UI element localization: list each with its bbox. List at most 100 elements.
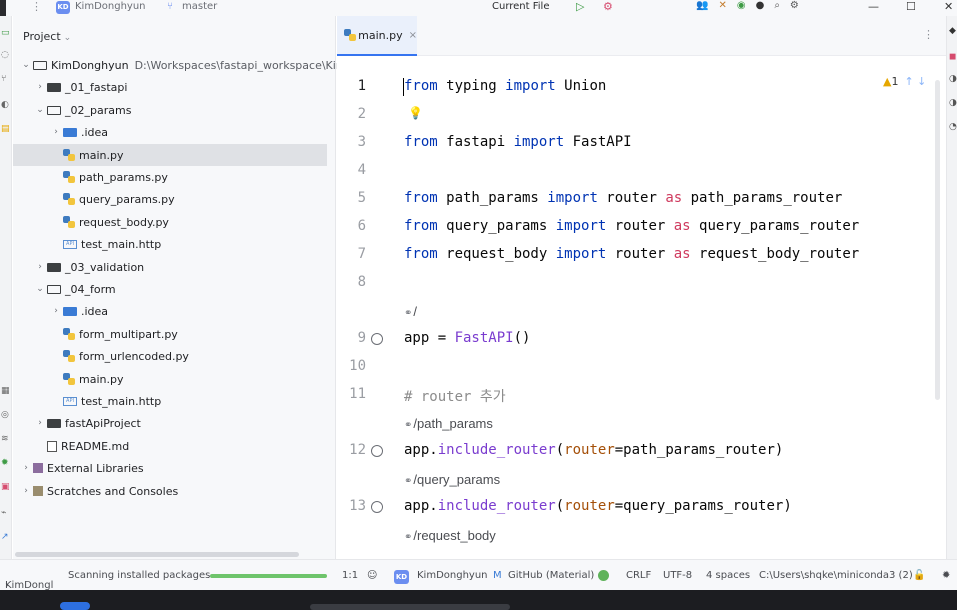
- debug-icon[interactable]: ⚙: [603, 0, 613, 13]
- close-button[interactable]: ✕: [944, 0, 953, 13]
- tree-item-label: request_body.py: [79, 215, 169, 229]
- people-icon[interactable]: 👥: [696, 0, 708, 11]
- tree-item[interactable]: API test_main.http: [63, 233, 161, 255]
- endpoint-gutter-icon[interactable]: [371, 501, 383, 513]
- coverage-icon[interactable]: ◔: [949, 122, 957, 132]
- taskbar-search[interactable]: [310, 604, 510, 610]
- chevron-right-icon[interactable]: ›: [33, 82, 47, 92]
- line-ending[interactable]: CRLF: [626, 570, 651, 581]
- caret-position[interactable]: 1:1: [342, 570, 358, 581]
- python-interpreter[interactable]: C:\Users\shqke\miniconda3 (2): [759, 570, 913, 581]
- main-menu-icon[interactable]: ⋮: [31, 0, 42, 13]
- tree-item[interactable]: query_params.py: [63, 188, 175, 210]
- tree-item-selected[interactable]: main.py: [13, 144, 327, 166]
- folder-icon: [47, 419, 61, 428]
- account-label[interactable]: KimDonghyun: [417, 570, 488, 581]
- tree-item-root[interactable]: ⌄ KimDonghyun D:\Workspaces\fastapi_worksp…: [19, 54, 362, 76]
- record-icon[interactable]: ●: [756, 0, 765, 11]
- vcs-tool-icon[interactable]: ⑂: [1, 74, 6, 84]
- commit-tool-icon[interactable]: ◌: [1, 50, 9, 60]
- terminal-tool-icon[interactable]: ⌁: [1, 508, 6, 518]
- build-icon[interactable]: ✕: [718, 0, 726, 11]
- python-packages-tool-icon[interactable]: ▦: [1, 386, 10, 396]
- endpoint-hint[interactable]: ⚭/: [404, 304, 417, 319]
- chevron-right-icon[interactable]: ›: [33, 262, 47, 272]
- ai-assistant-icon[interactable]: ◉: [737, 0, 746, 11]
- tree-item[interactable]: main.py: [63, 368, 123, 390]
- tree-item[interactable]: ⌄ _04_form: [33, 278, 115, 300]
- tab-main-py[interactable]: main.py ×: [337, 16, 417, 56]
- tree-item[interactable]: › _03_validation: [33, 256, 144, 278]
- navigate-arrows-icon[interactable]: ↑ ↓: [904, 75, 926, 88]
- notifications-icon[interactable]: ◆: [949, 26, 956, 36]
- settings-icon[interactable]: ⚙: [790, 0, 799, 11]
- structure-tool-icon[interactable]: ◐: [1, 100, 9, 110]
- python-file-icon: [344, 29, 357, 41]
- tree-item[interactable]: API test_main.http: [63, 390, 161, 412]
- tree-item[interactable]: README.md: [47, 435, 129, 457]
- chevron-right-icon[interactable]: ›: [33, 418, 47, 428]
- project-panel-header[interactable]: Project ⌄: [23, 30, 71, 43]
- sciview-icon[interactable]: ◑: [949, 74, 957, 84]
- endpoint-gutter-icon[interactable]: [371, 445, 383, 457]
- endpoint-hint[interactable]: ⚭/query_params: [404, 472, 500, 487]
- services-tool-icon[interactable]: ◎: [1, 410, 9, 420]
- tree-item[interactable]: › .idea: [49, 300, 108, 322]
- tree-item[interactable]: ⌄ _02_params: [33, 99, 131, 121]
- account-badge[interactable]: KD: [394, 570, 409, 584]
- chevron-down-icon[interactable]: ⌄: [33, 105, 47, 115]
- tree-item[interactable]: path_params.py: [63, 166, 168, 188]
- theme-label[interactable]: GitHub (Material): [508, 570, 594, 581]
- run-icon[interactable]: ▷: [576, 0, 584, 13]
- chevron-right-icon[interactable]: ›: [49, 306, 63, 316]
- more-tabs-icon[interactable]: ⋮: [923, 28, 934, 41]
- branch-switcher[interactable]: master: [182, 1, 217, 12]
- indent-setting[interactable]: 4 spaces: [706, 570, 750, 581]
- file-encoding[interactable]: UTF-8: [663, 570, 692, 581]
- close-icon[interactable]: ×: [409, 30, 417, 41]
- chevron-down-icon[interactable]: ⌄: [33, 284, 47, 294]
- chevron-right-icon[interactable]: ›: [19, 463, 33, 473]
- project-tool-icon[interactable]: ▭: [1, 28, 10, 38]
- endpoints-icon[interactable]: ◑: [949, 98, 957, 108]
- tree-item[interactable]: request_body.py: [63, 211, 169, 233]
- notifications-icon[interactable]: ✹: [942, 570, 950, 581]
- run-tool-icon[interactable]: ✹: [1, 458, 9, 468]
- layers-tool-icon[interactable]: ≋: [1, 434, 9, 444]
- tree-item[interactable]: › Scratches and Consoles: [19, 480, 178, 502]
- run-config-selector[interactable]: Current File: [492, 1, 549, 12]
- tree-item[interactable]: › _01_fastapi: [33, 76, 127, 98]
- endpoint-gutter-icon[interactable]: [371, 333, 383, 345]
- search-icon[interactable]: ⌕: [774, 0, 780, 11]
- tree-item[interactable]: › fastApiProject: [33, 412, 141, 434]
- project-badge[interactable]: KD: [56, 1, 70, 14]
- endpoint-hint[interactable]: ⚭/path_params: [404, 416, 493, 431]
- horizontal-scrollbar[interactable]: [15, 552, 299, 557]
- chevron-down-icon[interactable]: ⌄: [19, 60, 33, 70]
- inspection-widget[interactable]: ▲1 ↑ ↓: [883, 75, 926, 88]
- chevron-right-icon[interactable]: ›: [49, 127, 63, 137]
- minimize-button[interactable]: —: [868, 0, 879, 13]
- git-tool-icon[interactable]: ↗: [1, 532, 9, 542]
- vertical-scrollbar[interactable]: [935, 80, 940, 400]
- maximize-button[interactable]: ☐: [906, 0, 916, 13]
- chevron-right-icon[interactable]: ›: [19, 486, 33, 496]
- background-task-label[interactable]: Scanning installed packages...: [68, 570, 220, 581]
- git-branch-icon: ⑂: [167, 1, 173, 12]
- lightbulb-icon[interactable]: 💡: [408, 106, 423, 120]
- project-switcher[interactable]: KimDonghyun: [75, 1, 146, 12]
- status-indicator-icon[interactable]: [598, 570, 609, 581]
- tree-item[interactable]: › External Libraries: [19, 457, 143, 479]
- problems-tool-icon[interactable]: ▣: [1, 482, 10, 492]
- endpoint-hint[interactable]: ⚭/request_body: [404, 528, 496, 543]
- lock-icon[interactable]: 🔓: [913, 570, 925, 581]
- taskbar-app-icon[interactable]: [60, 602, 90, 610]
- line-number: 3: [357, 134, 366, 150]
- database-icon[interactable]: ◼: [949, 52, 956, 62]
- tree-item[interactable]: form_urlencoded.py: [63, 345, 189, 367]
- ai-icon[interactable]: ☺: [367, 570, 377, 581]
- tree-item[interactable]: › .idea: [49, 121, 108, 143]
- code-editor[interactable]: ▲1 ↑ ↓ 💡 1 2 3 4 5 6 7 8 9 10 11 12 13 fr…: [337, 57, 946, 559]
- tree-item[interactable]: form_multipart.py: [63, 323, 178, 345]
- bookmarks-tool-icon[interactable]: ▤: [1, 124, 10, 134]
